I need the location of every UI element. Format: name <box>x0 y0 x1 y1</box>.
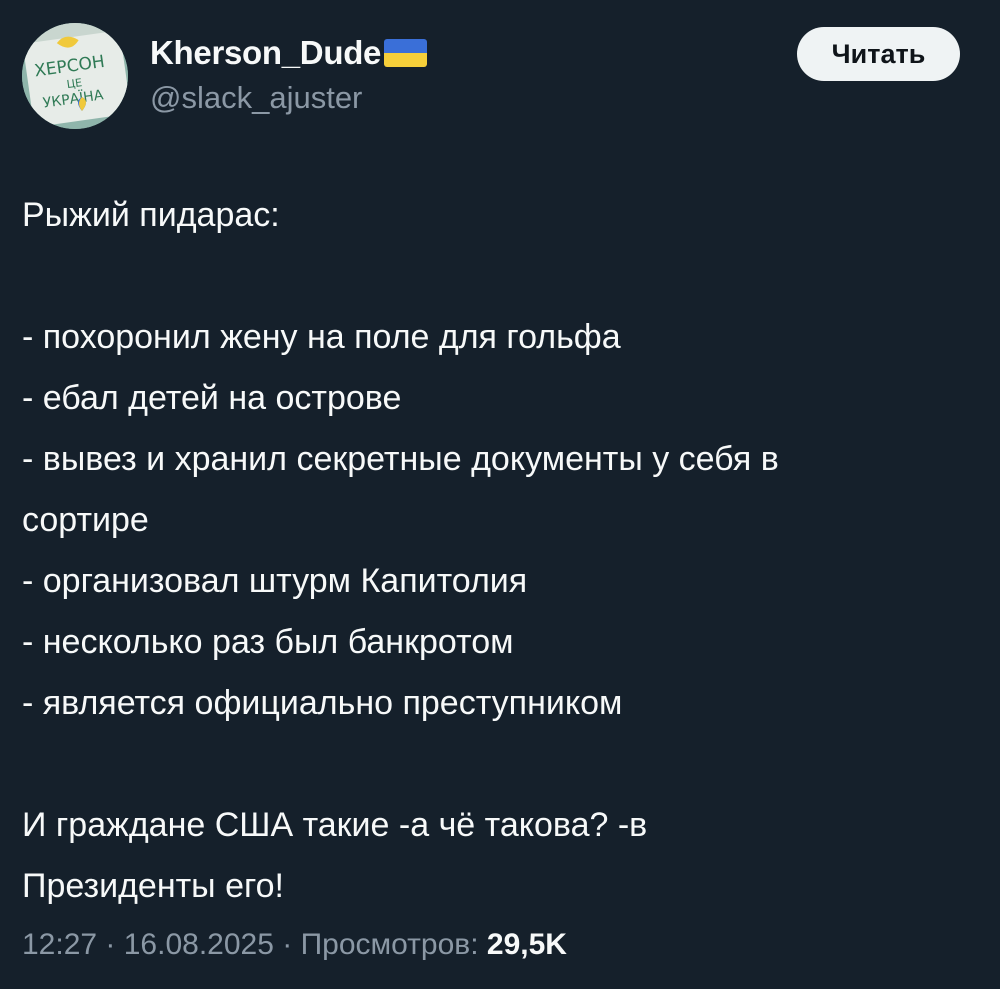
tweet-line: сортире <box>22 501 149 539</box>
tweet-date[interactable]: 16.08.2025 <box>124 928 274 961</box>
avatar-image: ХЕРСОН ЦЕ УКРАЇНА <box>22 23 128 129</box>
meta-separator: · <box>273 928 301 961</box>
meta-separator: · <box>97 928 124 961</box>
tweet-line: - организовал штурм Капитолия <box>22 562 528 600</box>
tweet-line: Президенты его! <box>22 867 284 905</box>
tweet-line: - вывез и хранил секретные документы у с… <box>22 440 779 478</box>
author-handle[interactable]: @slack_ajuster <box>150 80 362 116</box>
tweet-time[interactable]: 12:27 <box>22 928 97 961</box>
follow-button[interactable]: Читать <box>797 27 960 81</box>
views-count[interactable]: 29,5K <box>487 928 567 961</box>
tweet-line: - ебал детей на острове <box>22 379 402 417</box>
avatar[interactable]: ХЕРСОН ЦЕ УКРАЇНА <box>22 23 128 129</box>
ukraine-flag-icon <box>384 39 428 67</box>
tweet-text: Рыжий пидарас: - похоронил жену на поле … <box>22 185 982 917</box>
tweet-meta: 12:27 · 16.08.2025 · Просмотров: 29,5K <box>22 928 567 962</box>
author-display-name[interactable]: Kherson_Dude <box>150 34 428 72</box>
tweet-line: - похоронил жену на поле для гольфа <box>22 318 621 356</box>
tweet-line: - является официально преступником <box>22 684 623 722</box>
views-label: Просмотров: <box>300 928 487 961</box>
tweet-line: - несколько раз был банкротом <box>22 623 514 661</box>
tweet-line: Рыжий пидарас: <box>22 196 280 234</box>
tweet-line: И граждане США такие -а чё такова? -в <box>22 806 648 844</box>
author-name-text: Kherson_Dude <box>150 34 382 71</box>
avatar-text-2: ЦЕ <box>66 76 83 91</box>
